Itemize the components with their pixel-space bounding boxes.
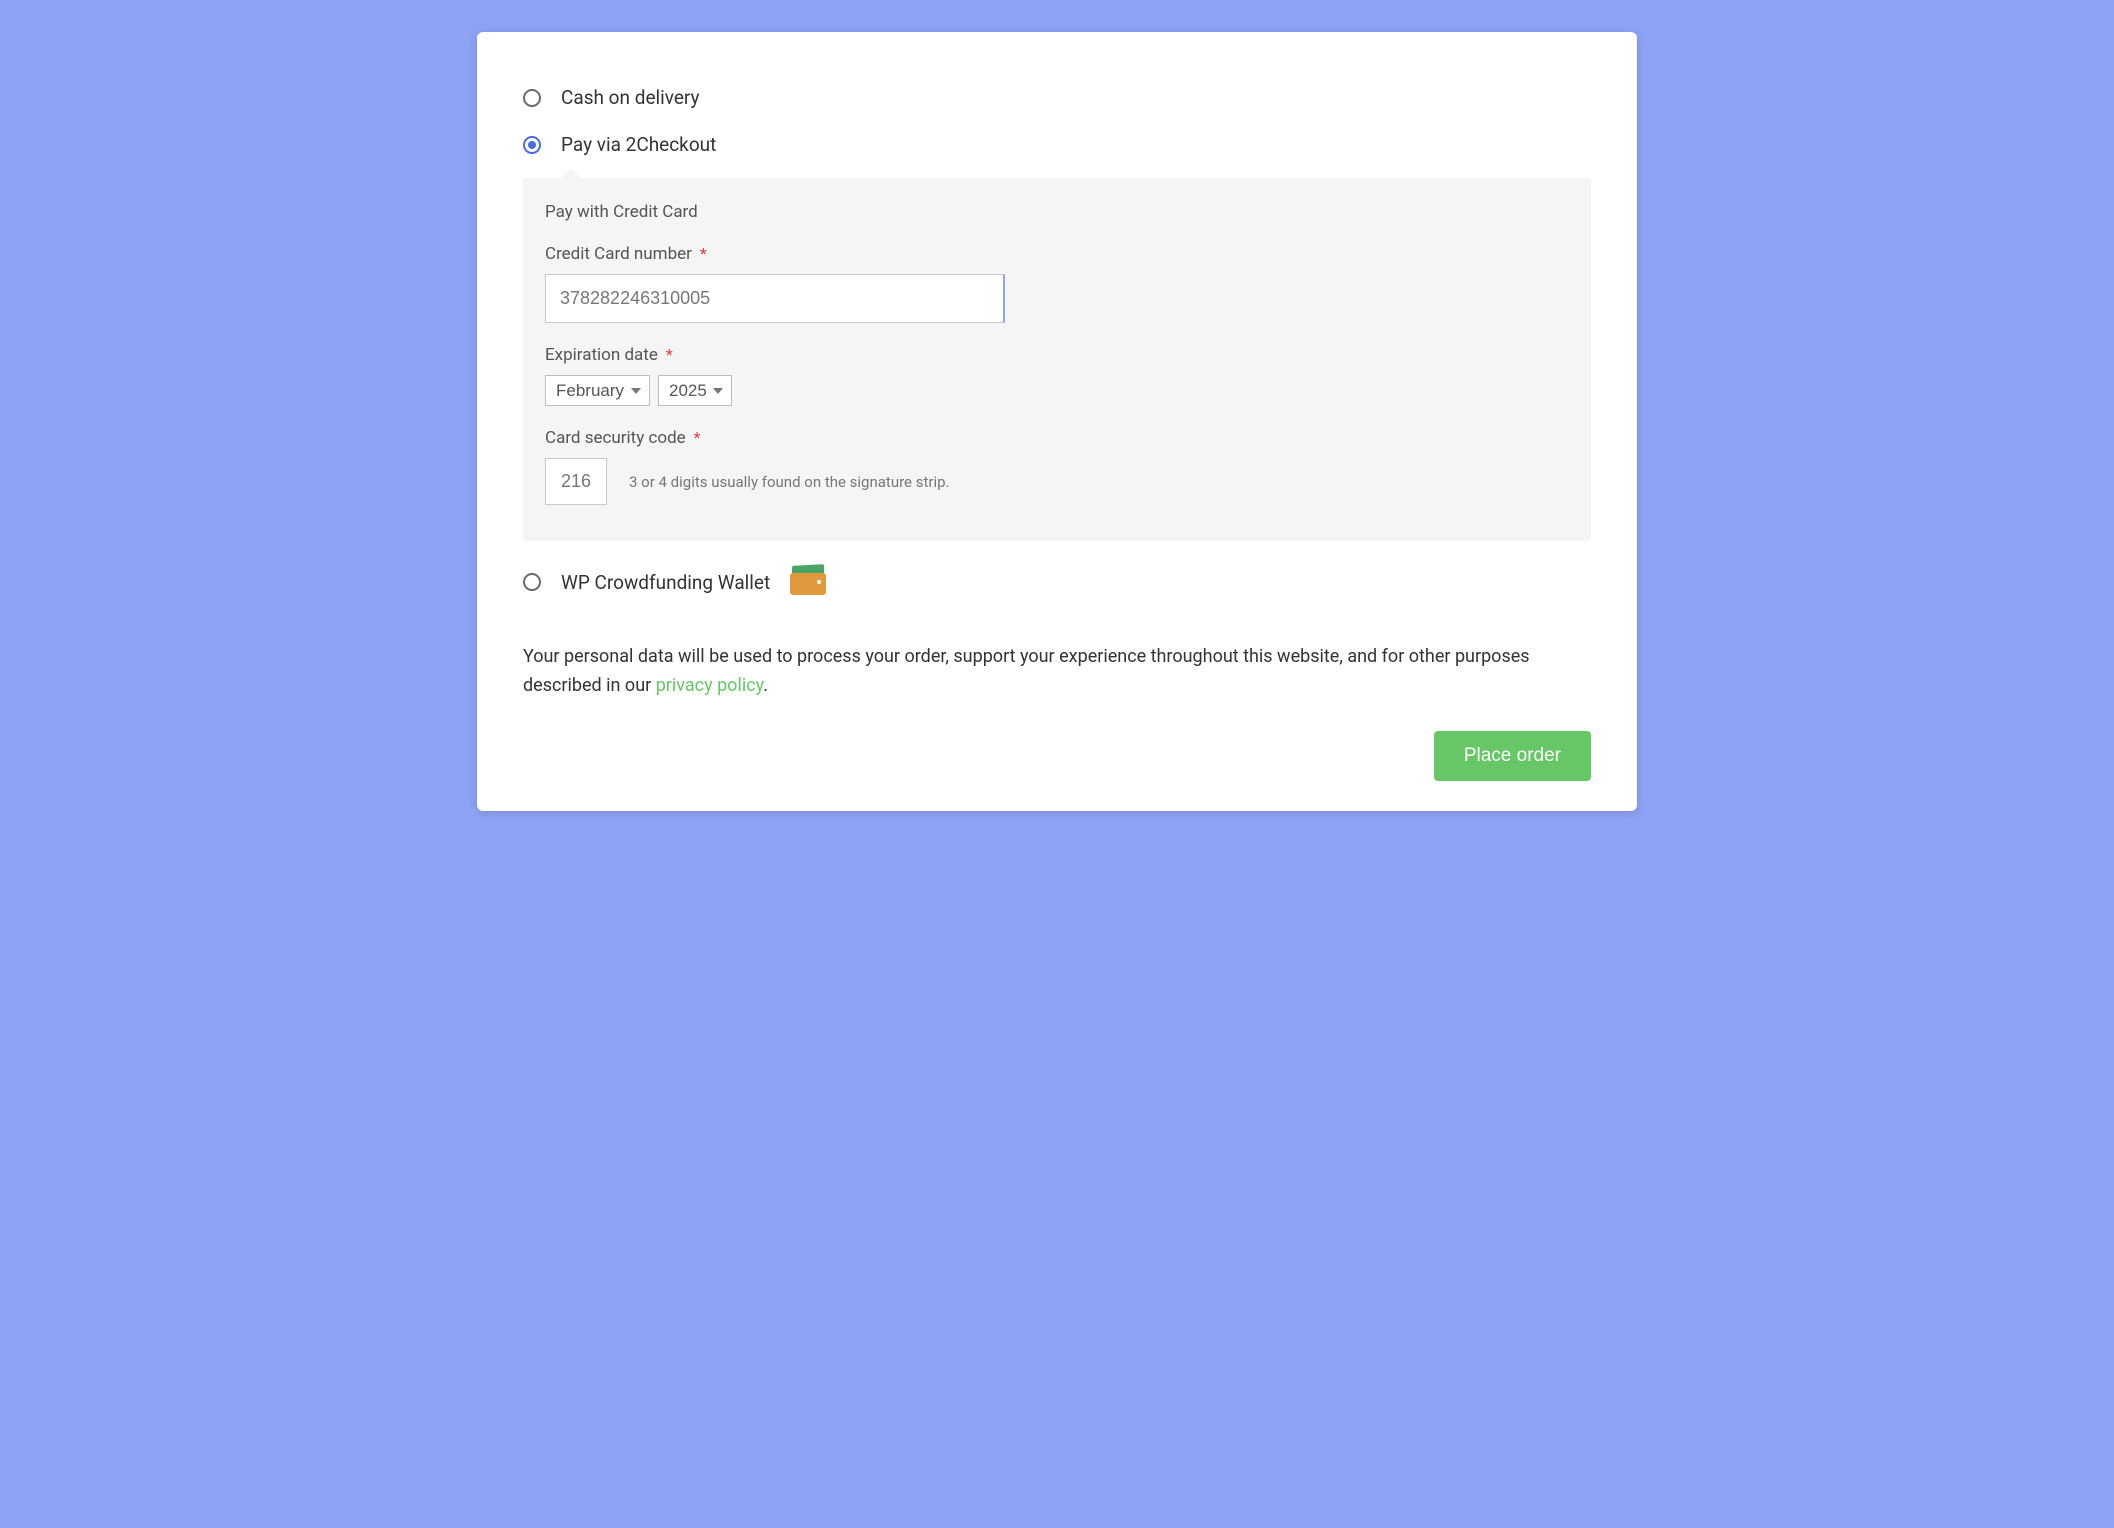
payment-option-2checkout-label: Pay via 2Checkout	[561, 133, 716, 156]
payment-option-cod-label: Cash on delivery	[561, 86, 700, 109]
cc-exp-month-select[interactable]: February	[545, 375, 650, 406]
required-icon: *	[700, 244, 707, 263]
wallet-icon	[790, 569, 826, 595]
radio-wallet[interactable]	[523, 573, 541, 591]
cc-panel-arrow	[559, 168, 583, 180]
checkout-card: Cash on delivery Pay via 2Checkout Pay w…	[477, 32, 1637, 811]
payment-option-wallet-label: WP Crowdfunding Wallet	[561, 571, 770, 594]
checkout-inner: Cash on delivery Pay via 2Checkout Pay w…	[487, 42, 1627, 801]
payment-option-2checkout[interactable]: Pay via 2Checkout	[523, 121, 1591, 168]
cc-cvc-label: Card security code	[545, 428, 686, 448]
payment-option-wallet[interactable]: WP Crowdfunding Wallet	[523, 557, 1591, 607]
cc-cvc-input[interactable]	[545, 458, 607, 505]
place-order-button[interactable]: Place order	[1434, 731, 1591, 781]
required-icon: *	[666, 345, 673, 364]
cc-exp-group: Expiration date * February 2025	[545, 345, 1569, 406]
privacy-note: Your personal data will be used to proce…	[523, 643, 1591, 701]
cc-number-group: Credit Card number *	[545, 244, 1569, 323]
cc-cvc-group: Card security code * 3 or 4 digits usual…	[545, 428, 1569, 505]
actions-row: Place order	[523, 731, 1591, 781]
payment-option-cod[interactable]: Cash on delivery	[523, 74, 1591, 121]
privacy-policy-link[interactable]: privacy policy	[656, 675, 764, 696]
cc-number-input[interactable]	[545, 274, 1005, 323]
privacy-text-after: .	[763, 675, 768, 696]
cc-exp-year-select[interactable]: 2025	[658, 375, 732, 406]
cc-cvc-hint: 3 or 4 digits usually found on the signa…	[629, 473, 949, 491]
radio-2checkout[interactable]	[523, 136, 541, 154]
cc-panel-title: Pay with Credit Card	[545, 202, 1569, 222]
required-icon: *	[694, 428, 701, 447]
cc-exp-label: Expiration date	[545, 345, 658, 365]
radio-cod[interactable]	[523, 89, 541, 107]
cc-number-label: Credit Card number	[545, 244, 692, 264]
cc-panel: Pay with Credit Card Credit Card number …	[523, 178, 1591, 541]
cc-panel-wrapper: Pay with Credit Card Credit Card number …	[523, 178, 1591, 541]
